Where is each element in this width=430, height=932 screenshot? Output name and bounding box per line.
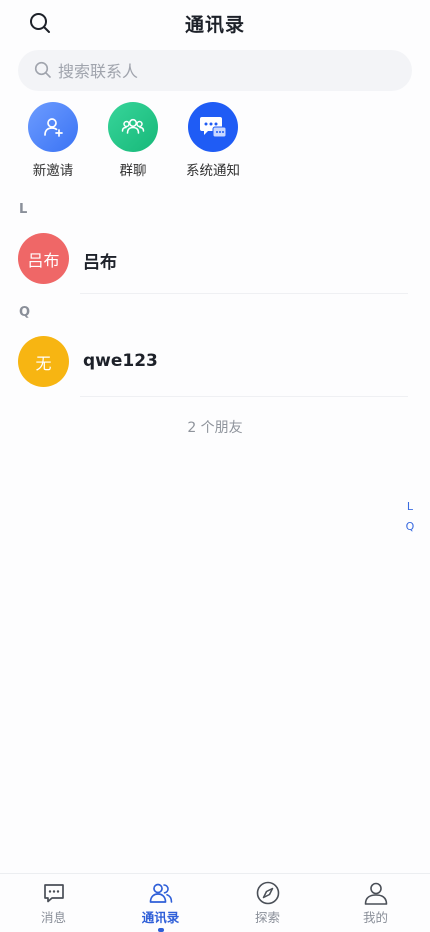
index-letter-q[interactable]: Q xyxy=(404,517,416,537)
section-letter: Q xyxy=(19,305,31,320)
tab-contacts[interactable]: 通讯录 xyxy=(107,880,214,932)
divider xyxy=(80,396,408,397)
contacts-icon xyxy=(148,880,174,906)
chat-bubble-icon xyxy=(188,102,238,152)
avatar: 吕布 xyxy=(18,233,69,284)
contact-name: 吕布 xyxy=(83,253,117,273)
add-user-icon xyxy=(28,102,78,152)
header: 通讯录 xyxy=(0,0,430,44)
search-field-icon xyxy=(34,61,52,79)
friend-count: 2 个朋友 xyxy=(187,420,243,436)
quick-entry-label: 群聊 xyxy=(119,163,147,179)
alphabet-index: L Q xyxy=(404,497,416,537)
group-icon xyxy=(108,102,158,152)
search-bar[interactable] xyxy=(18,50,412,93)
tab-label: 消息 xyxy=(40,910,66,925)
avatar: 无 xyxy=(18,336,69,387)
bottom-tab-bar: 消息 通讯录 探索 我的 xyxy=(0,873,430,932)
group-chat-entry[interactable]: 群聊 xyxy=(88,102,178,179)
compass-icon xyxy=(255,880,281,906)
index-letter-l[interactable]: L xyxy=(404,497,416,517)
section-letter: L xyxy=(19,202,28,217)
page-title: 通讯录 xyxy=(184,14,245,36)
profile-icon xyxy=(363,880,389,906)
contact-row[interactable]: 无 qwe123 xyxy=(0,336,430,400)
search-input[interactable] xyxy=(56,50,400,93)
divider xyxy=(80,293,408,294)
tab-explore[interactable]: 探索 xyxy=(214,880,321,926)
system-notification-entry[interactable]: 系统通知 xyxy=(168,102,258,179)
quick-entry-label: 新邀请 xyxy=(32,163,74,179)
tab-label: 探索 xyxy=(254,910,280,925)
tab-messages[interactable]: 消息 xyxy=(0,880,107,926)
active-indicator xyxy=(157,928,164,932)
contacts-page: 通讯录 新邀请 xyxy=(0,0,430,932)
contact-name: qwe123 xyxy=(83,351,158,371)
tab-label: 通讯录 xyxy=(141,910,180,925)
tab-label: 我的 xyxy=(362,910,388,925)
tab-profile[interactable]: 我的 xyxy=(322,880,429,926)
quick-entries: 新邀请 群聊 系统通知 xyxy=(0,102,430,182)
quick-entry-label: 系统通知 xyxy=(186,163,240,179)
message-icon xyxy=(41,880,67,906)
new-invitation-entry[interactable]: 新邀请 xyxy=(8,102,98,179)
contact-row[interactable]: 吕布 吕布 xyxy=(0,233,430,297)
